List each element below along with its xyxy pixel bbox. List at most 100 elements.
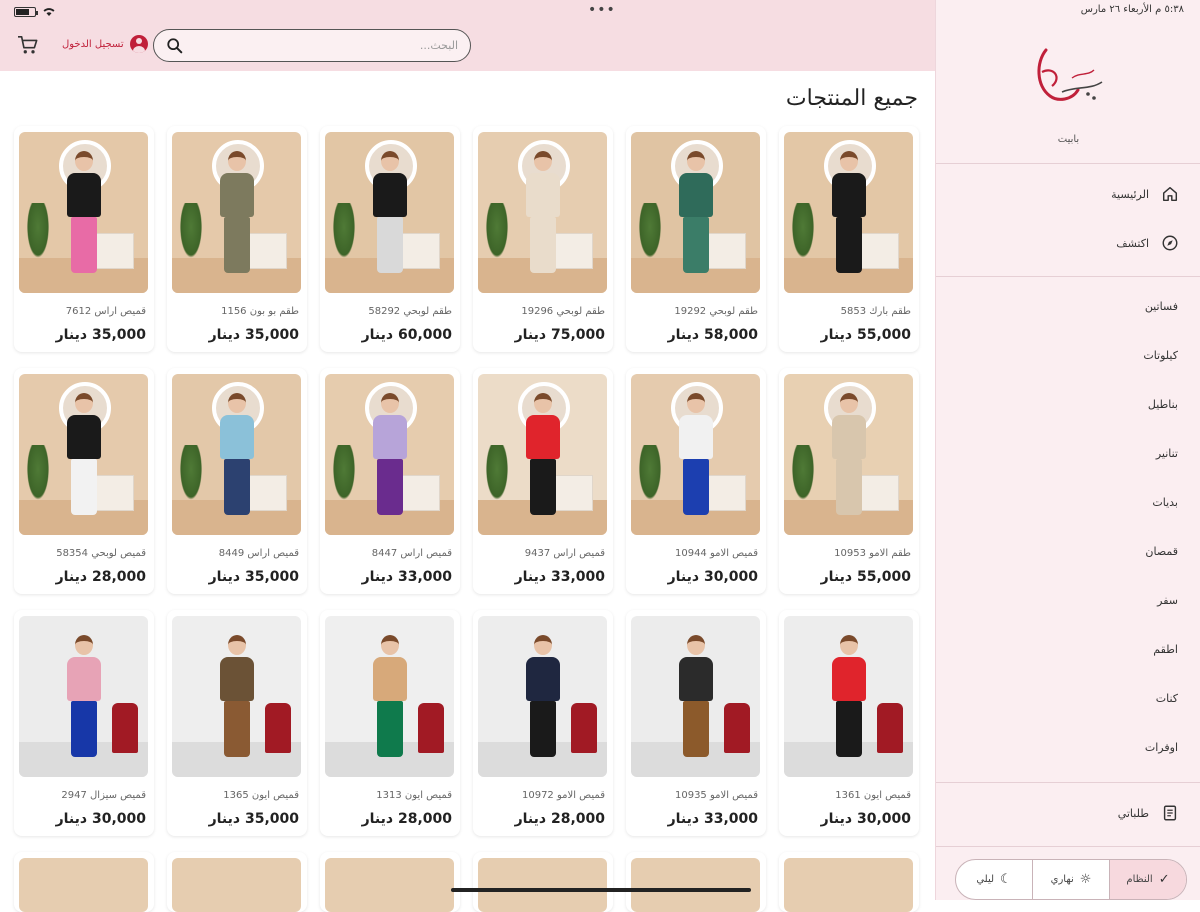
product-card[interactable] (320, 852, 460, 912)
product-name: قميص ايون 1313 (376, 790, 452, 801)
product-image[interactable] (172, 132, 301, 293)
product-image[interactable] (325, 616, 454, 777)
sidebar-category-item[interactable]: كيلوتات (1143, 349, 1178, 362)
product-card[interactable]: قميص اراس 9437 33,000 دينار (473, 368, 613, 594)
product-card[interactable]: طقم لوبحي 19292 58,000 دينار (626, 126, 766, 352)
sidebar-category-item[interactable]: بديات (1152, 496, 1178, 509)
check-icon: ✓ (1158, 872, 1170, 887)
product-card[interactable]: طقم الامو 10953 55,000 دينار (779, 368, 919, 594)
product-card[interactable] (14, 852, 154, 912)
product-price: 33,000 دينار (667, 811, 758, 827)
theme-light-label: نهاري (1050, 874, 1074, 885)
sidebar-category-item[interactable]: قمصان (1145, 545, 1178, 558)
theme-system-option[interactable]: ✓ النظام (1109, 860, 1186, 899)
image-plant (484, 203, 510, 263)
product-card[interactable]: قميص الامو 10944 30,000 دينار (626, 368, 766, 594)
product-card[interactable]: قميص اراس 7612 35,000 دينار (14, 126, 154, 352)
product-price: 35,000 دينار (208, 327, 299, 343)
sidebar-category-item[interactable]: كنات (1156, 692, 1178, 705)
sidebar-category-item[interactable]: تنانير (1156, 447, 1178, 460)
product-image[interactable] (19, 616, 148, 777)
search-bar[interactable] (153, 29, 471, 62)
product-image[interactable] (631, 616, 760, 777)
product-image[interactable] (784, 132, 913, 293)
image-chair (418, 703, 444, 753)
product-card[interactable]: قميص ايون 1361 30,000 دينار (779, 610, 919, 836)
product-card[interactable]: طقم لوبحي 19296 75,000 دينار (473, 126, 613, 352)
product-card[interactable]: طقم بارك 5853 55,000 دينار (779, 126, 919, 352)
product-image[interactable] (19, 374, 148, 535)
login-button[interactable]: تسجيل الدخول (62, 35, 148, 53)
sidebar-category-item[interactable]: بناطيل (1148, 398, 1178, 411)
product-image[interactable] (172, 858, 301, 912)
image-plant (178, 203, 204, 263)
sidebar: بابيت الرئيسية اكتشف فساتين كيلوتات بناطيل… (935, 0, 1200, 900)
image-chair (571, 703, 597, 753)
image-plant (178, 445, 204, 505)
product-image[interactable] (325, 374, 454, 535)
home-indicator[interactable] (451, 888, 751, 892)
search-input[interactable] (192, 39, 458, 52)
nav-item-discover[interactable]: اكتشف (936, 225, 1200, 261)
product-image[interactable] (19, 132, 148, 293)
nav-label: اكتشف (1116, 236, 1149, 250)
model-figure (371, 393, 409, 515)
product-name: قميص الامو 10935 (674, 790, 758, 801)
product-price: 30,000 دينار (55, 811, 146, 827)
product-image[interactable] (19, 858, 148, 912)
nav-item-home[interactable]: الرئيسية (936, 176, 1200, 212)
product-card[interactable]: قميص اراس 8449 35,000 دينار (167, 368, 307, 594)
home-icon (1162, 186, 1178, 202)
product-image[interactable] (172, 374, 301, 535)
product-name: قميص لوبحي 58354 (56, 548, 146, 559)
image-plant (25, 445, 51, 505)
product-card[interactable]: طقم لوبحي 58292 60,000 دينار (320, 126, 460, 352)
product-image[interactable] (325, 858, 454, 912)
brand-logo[interactable] (1028, 42, 1112, 114)
product-image[interactable] (478, 132, 607, 293)
image-backdrop (19, 858, 148, 912)
theme-light-option[interactable]: ☼ نهاري (1032, 860, 1109, 899)
product-card[interactable] (626, 852, 766, 912)
nav-item-orders[interactable]: طلباتي (936, 795, 1200, 831)
product-image[interactable] (784, 858, 913, 912)
product-card[interactable]: قميص سيزال 2947 30,000 دينار (14, 610, 154, 836)
theme-dark-option[interactable]: ☾ ليلي (956, 860, 1032, 899)
product-image[interactable] (478, 616, 607, 777)
sidebar-category-item[interactable]: اطقم (1153, 643, 1178, 656)
product-price: 35,000 دينار (208, 569, 299, 585)
cart-icon[interactable] (17, 35, 39, 55)
product-card[interactable]: قميص الامو 10972 28,000 دينار (473, 610, 613, 836)
product-image[interactable] (172, 616, 301, 777)
product-price: 35,000 دينار (208, 811, 299, 827)
product-card[interactable]: قميص ايون 1313 28,000 دينار (320, 610, 460, 836)
product-card[interactable]: طقم بو بون 1156 35,000 دينار (167, 126, 307, 352)
product-card[interactable]: قميص الامو 10935 33,000 دينار (626, 610, 766, 836)
search-icon[interactable] (166, 37, 184, 55)
model-figure (218, 393, 256, 515)
product-image[interactable] (631, 132, 760, 293)
product-card[interactable]: قميص لوبحي 58354 28,000 دينار (14, 368, 154, 594)
model-figure (218, 635, 256, 757)
product-image[interactable] (478, 374, 607, 535)
product-image[interactable] (631, 374, 760, 535)
product-image[interactable] (478, 858, 607, 912)
product-card[interactable] (473, 852, 613, 912)
product-image[interactable] (631, 858, 760, 912)
sidebar-category-item[interactable]: اوفرات (1145, 741, 1178, 754)
status-time-date: ٥:٣٨ م الأربعاء ٢٦ مارس (1080, 4, 1184, 15)
product-image[interactable] (784, 374, 913, 535)
product-card[interactable]: قميص اراس 8447 33,000 دينار (320, 368, 460, 594)
sidebar-category-item[interactable]: سفر (1157, 594, 1178, 607)
image-chair (265, 703, 291, 753)
sidebar-category-item[interactable]: فساتين (1145, 300, 1178, 313)
divider (936, 846, 1200, 847)
product-price: 55,000 دينار (820, 569, 911, 585)
product-image[interactable] (784, 616, 913, 777)
product-card[interactable] (779, 852, 919, 912)
product-card[interactable]: قميص ايون 1365 35,000 دينار (167, 610, 307, 836)
product-name: طقم لوبحي 58292 (368, 306, 452, 317)
multitask-dots[interactable]: ••• (588, 2, 616, 18)
product-card[interactable] (167, 852, 307, 912)
product-image[interactable] (325, 132, 454, 293)
